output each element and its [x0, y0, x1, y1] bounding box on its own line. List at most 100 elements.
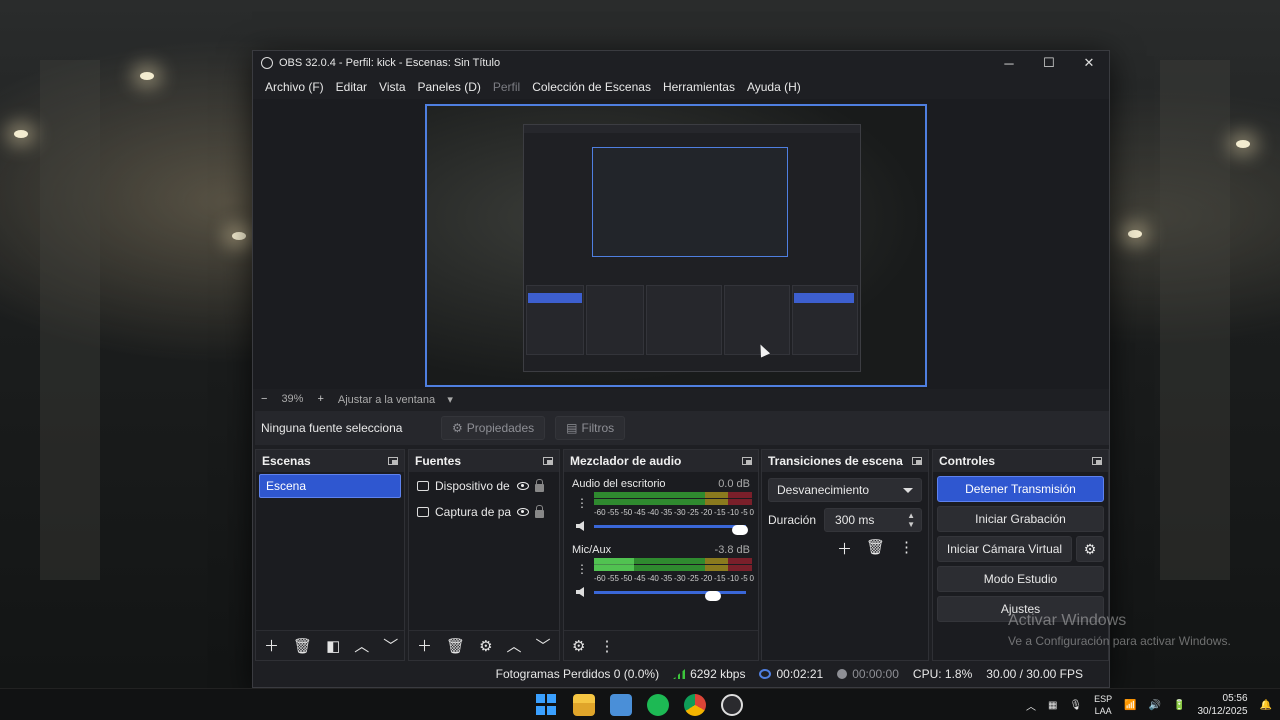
minimize-button[interactable]: ─	[989, 51, 1029, 75]
add-source-button[interactable]: ＋	[417, 635, 432, 656]
stream-time: 00:02:21	[776, 667, 824, 681]
filters-button[interactable]: ▤ Filtros	[555, 416, 626, 440]
undock-icon[interactable]	[388, 457, 398, 465]
undock-icon[interactable]	[1092, 457, 1102, 465]
mixer-header: Mezclador de audio	[564, 450, 758, 472]
background-lamp	[232, 232, 246, 240]
volume-slider[interactable]	[594, 525, 748, 535]
preview-canvas[interactable]	[425, 104, 927, 387]
move-up-button[interactable]: ︿	[507, 635, 522, 656]
advanced-audio-icon[interactable]: ⚙	[572, 637, 585, 655]
stop-stream-button[interactable]: Detener Transmisión	[937, 476, 1104, 502]
lock-icon[interactable]	[535, 479, 544, 492]
controls-title: Controles	[939, 454, 996, 468]
notification-icon[interactable]: 🔔	[1260, 700, 1272, 711]
kebab-menu-icon[interactable]: ⋮	[576, 496, 588, 510]
language-indicator[interactable]: ESP LAA	[1094, 693, 1112, 717]
menu-editar[interactable]: Editar	[330, 80, 373, 94]
speaker-icon[interactable]	[576, 521, 584, 531]
meter-tick-label: -15	[713, 508, 726, 517]
kebab-menu-icon[interactable]: ⋮	[599, 637, 614, 655]
system-tray: ︿ ▦ 🎙 ESP LAA 📶 🔊 🔋 05:56 30/12/2025 🔔	[1026, 689, 1272, 720]
maximize-button[interactable]: ☐	[1029, 51, 1069, 75]
spotify-icon[interactable]	[647, 694, 669, 716]
menu-bar: Archivo (F) Editar Vista Paneles (D) Per…	[253, 75, 1109, 99]
mixer-channel: Mic/Aux -3.8 dB ⋮ -60 -55 -50 -45 -40 -35 -30-…	[570, 542, 754, 604]
taskbar-apps	[536, 689, 743, 720]
scene-item[interactable]: Escena	[259, 474, 401, 498]
meter-tick-label: -5	[740, 508, 748, 517]
battery-icon[interactable]: 🔋	[1173, 700, 1185, 711]
clock-time: 05:56	[1222, 693, 1248, 704]
lang-layout: LAA	[1094, 706, 1112, 716]
undock-icon[interactable]	[742, 457, 752, 465]
tray-app-icon[interactable]: ▦	[1048, 700, 1057, 711]
nested-obs-capture	[523, 124, 861, 372]
start-virtual-cam-button[interactable]: Iniciar Cámara Virtual	[937, 536, 1072, 562]
zoom-out-button[interactable]: −	[261, 393, 267, 405]
duration-spinbox[interactable]: 300 ms ▲ ▼	[824, 508, 922, 532]
rec-time-item: 00:00:00	[837, 667, 899, 681]
volume-slider[interactable]	[594, 591, 746, 601]
undock-icon[interactable]	[912, 457, 922, 465]
microphone-icon[interactable]: 🎙	[1069, 700, 1082, 711]
speaker-icon[interactable]	[576, 587, 584, 597]
scene-filters-button[interactable]: ◧	[326, 637, 340, 655]
eye-icon[interactable]	[517, 482, 529, 490]
studio-mode-button[interactable]: Modo Estudio	[937, 566, 1104, 592]
add-scene-button[interactable]: ＋	[264, 635, 279, 656]
move-up-button[interactable]: ︿	[354, 635, 369, 656]
clock[interactable]: 05:56 30/12/2025	[1197, 692, 1247, 718]
obs-taskbar-icon[interactable]	[721, 694, 743, 716]
zoom-fit-select[interactable]: Ajustar a la ventana ▾	[338, 393, 453, 406]
chevron-up-icon[interactable]: ︿	[1026, 698, 1036, 713]
virtual-cam-row: Iniciar Cámara Virtual ⚙	[937, 536, 1104, 562]
undock-icon[interactable]	[543, 457, 553, 465]
chrome-icon[interactable]	[684, 694, 706, 716]
source-item[interactable]: Dispositivo de	[409, 474, 559, 498]
kebab-menu-icon[interactable]: ⋮	[899, 538, 914, 559]
volume-slider-handle[interactable]	[704, 591, 721, 601]
lock-icon[interactable]	[535, 505, 544, 518]
source-item-label: Dispositivo de	[435, 479, 510, 493]
spin-arrows-icon[interactable]: ▲ ▼	[907, 511, 915, 529]
close-button[interactable]: ✕	[1069, 51, 1109, 75]
zoom-in-button[interactable]: +	[317, 393, 323, 405]
transition-select[interactable]: Desvanecimiento	[768, 478, 922, 502]
menu-herramientas[interactable]: Herramientas	[657, 80, 741, 94]
windows-start-icon[interactable]	[536, 694, 558, 716]
menu-archivo[interactable]: Archivo (F)	[259, 80, 330, 94]
menu-paneles[interactable]: Paneles (D)	[412, 80, 487, 94]
eye-icon[interactable]	[517, 508, 529, 516]
menu-perfil[interactable]: Perfil	[487, 80, 526, 94]
meter-tick-label: -35	[660, 508, 673, 517]
virtual-cam-settings-icon[interactable]: ⚙	[1076, 536, 1104, 562]
sources-title: Fuentes	[415, 454, 462, 468]
wifi-icon[interactable]: 📶	[1124, 700, 1136, 711]
source-item-label: Captura de par	[435, 505, 511, 519]
move-down-button[interactable]: ﹀	[536, 635, 551, 656]
transition-selected: Desvanecimiento	[777, 483, 870, 497]
move-down-button[interactable]: ﹀	[383, 635, 398, 656]
add-transition-button[interactable]: ＋	[837, 538, 852, 559]
meter-tick-label: -15	[713, 574, 726, 583]
control-panel-icon[interactable]	[610, 694, 632, 716]
file-explorer-icon[interactable]	[573, 694, 595, 716]
start-recording-button[interactable]: Iniciar Grabación	[937, 506, 1104, 532]
obs-window: OBS 32.0.4 - Perfil: kick - Escenas: Sin…	[252, 50, 1110, 688]
menu-vista[interactable]: Vista	[373, 80, 411, 94]
menu-ayuda[interactable]: Ayuda (H)	[741, 80, 807, 94]
source-properties-button[interactable]: ⚙	[479, 637, 492, 655]
kebab-menu-icon[interactable]: ⋮	[576, 562, 588, 576]
source-item[interactable]: Captura de par	[409, 500, 559, 524]
window-title: OBS 32.0.4 - Perfil: kick - Escenas: Sin…	[279, 57, 501, 69]
volume-slider-handle[interactable]	[732, 525, 748, 535]
remove-transition-button[interactable]: 🗑	[866, 538, 885, 559]
bitrate-value: 6292 kbps	[690, 667, 746, 681]
volume-icon[interactable]: 🔊	[1149, 700, 1161, 711]
controls-header: Controles	[933, 450, 1108, 472]
menu-coleccion-escenas[interactable]: Colección de Escenas	[526, 80, 657, 94]
remove-source-button[interactable]: 🗑	[446, 637, 465, 655]
properties-button[interactable]: ⚙ Propiedades	[441, 416, 546, 440]
remove-scene-button[interactable]: 🗑	[293, 637, 312, 655]
